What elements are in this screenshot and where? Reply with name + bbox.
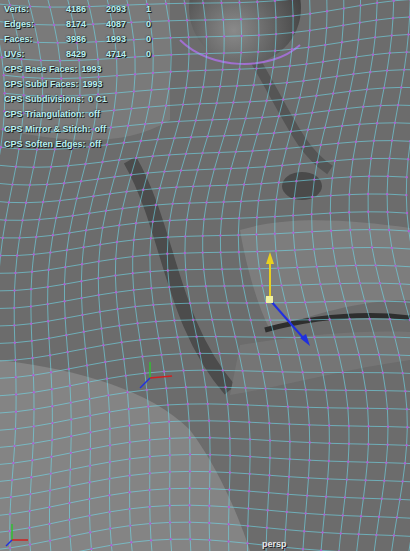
hud-row: UVs: 842947140	[4, 47, 186, 60]
camera-label: persp	[262, 539, 287, 549]
axis-indicator-icon	[6, 524, 28, 546]
surface	[0, 0, 410, 551]
hud-row: CPS Soften Edges: off	[4, 137, 186, 150]
hud-value: 1993	[106, 34, 146, 44]
hud-value: off	[90, 139, 130, 149]
hud-row: Edges: 817440870	[4, 17, 186, 30]
pivot-icon	[140, 362, 172, 388]
hud-label: Faces:	[4, 34, 62, 44]
hud-value: 8429	[66, 49, 106, 59]
wireframe	[0, 0, 410, 551]
eyelid-edge	[180, 40, 300, 64]
hud-value: off	[89, 109, 129, 119]
hud-value: 4186	[66, 4, 106, 14]
hud-row: CPS Base Faces: 1993	[4, 62, 186, 75]
lower-lip	[230, 332, 410, 395]
cheek-crease	[130, 160, 230, 390]
hud-row: Verts: 418620931	[4, 2, 186, 15]
hud-value: 8174	[66, 19, 106, 29]
hud-value: 3986	[66, 34, 106, 44]
hud-label: UVs:	[4, 49, 62, 59]
hud-label: CPS Mirror & Stitch:	[4, 124, 91, 134]
hud-value: off	[95, 124, 135, 134]
hud-value: 0	[146, 34, 186, 44]
hud-value: 4087	[106, 19, 146, 29]
move-gizmo-icon[interactable]	[266, 252, 310, 346]
hud-label: CPS Subdivisions:	[4, 94, 84, 104]
hud-value: 0	[146, 49, 186, 59]
cheek-surface	[0, 0, 170, 140]
hud-value: 1993	[82, 64, 122, 74]
hud-row: CPS Triangulation: off	[4, 107, 186, 120]
upper-lip	[240, 220, 410, 330]
hud-label: CPS Triangulation:	[4, 109, 85, 119]
hud-row: CPS Mirror & Stitch: off	[4, 122, 186, 135]
neck-surface	[0, 360, 250, 551]
hud-label: Edges:	[4, 19, 62, 29]
hud-value: 0 C1	[88, 94, 128, 104]
hud-row: CPS Subd Faces: 1993	[4, 77, 186, 90]
hud-value: 0	[146, 19, 186, 29]
hud-label: CPS Soften Edges:	[4, 139, 86, 149]
hud-label: Verts:	[4, 4, 62, 14]
heads-up-display: Verts:418620931Edges:817440870Faces:3986…	[4, 2, 186, 150]
hud-value: 4714	[106, 49, 146, 59]
viewport[interactable]: Verts:418620931Edges:817440870Faces:3986…	[0, 0, 410, 551]
nostril	[282, 172, 322, 200]
hud-label: CPS Subd Faces:	[4, 79, 79, 89]
vertices	[0, 0, 410, 551]
hud-value: 2093	[106, 4, 146, 14]
hud-row: Faces: 398619930	[4, 32, 186, 45]
hud-value: 1	[146, 4, 186, 14]
hud-row: CPS Subdivisions: 0 C1	[4, 92, 186, 105]
hud-value: 1993	[83, 79, 123, 89]
hud-label: CPS Base Faces:	[4, 64, 78, 74]
